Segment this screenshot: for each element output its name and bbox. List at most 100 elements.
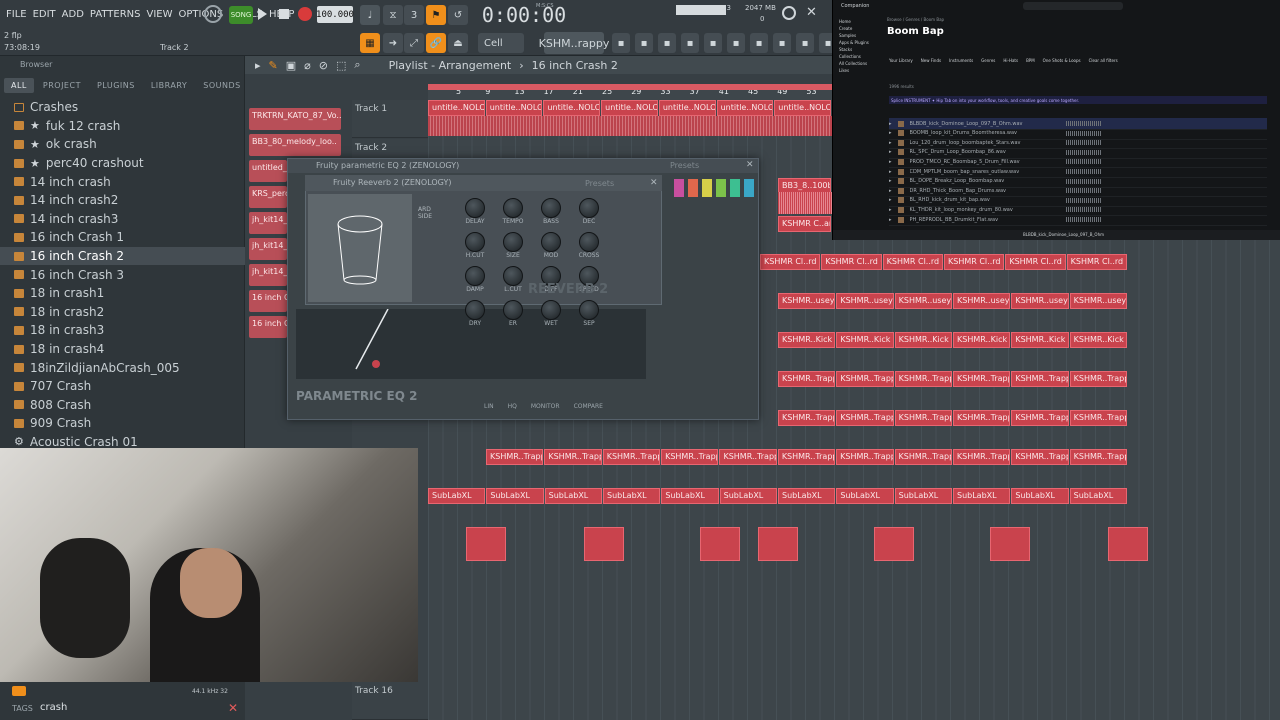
song-mode-toggle[interactable]: SONG bbox=[229, 6, 253, 24]
pattern-clip[interactable]: SubLabXL bbox=[486, 488, 544, 504]
knob-h-cut[interactable]: H.CUT bbox=[460, 232, 490, 259]
pattern-clip[interactable]: SubLabXL bbox=[1011, 488, 1069, 504]
knob-cross[interactable]: CROSS bbox=[574, 232, 604, 259]
playlist-play-icon[interactable]: ▸ bbox=[255, 59, 261, 72]
tab-sounds[interactable]: SOUNDS bbox=[196, 78, 247, 93]
menu-patterns[interactable]: PATTERNS bbox=[90, 9, 141, 20]
browser-item[interactable]: 18inZildjianAbCrash_005 bbox=[0, 358, 245, 377]
pattern-clip[interactable]: KSHMR Cl..rd 04 bbox=[944, 254, 1005, 270]
pattern-clip[interactable]: KSHMR..Trappy bbox=[953, 410, 1011, 426]
paint-tool-icon[interactable]: ▣ bbox=[286, 59, 296, 72]
pattern-clip[interactable]: KSHMR Cl..rd 04 bbox=[882, 254, 943, 270]
browser-item[interactable]: 707 Crash bbox=[0, 377, 245, 396]
tempo-display[interactable]: 100.000 bbox=[316, 6, 354, 23]
knob-size[interactable]: SIZE bbox=[498, 232, 528, 259]
pattern-clip[interactable]: KSHMR..Kick 13 bbox=[953, 332, 1011, 348]
snap-select[interactable]: Cell bbox=[478, 33, 524, 53]
menu-view[interactable]: VIEW bbox=[147, 9, 173, 20]
pattern-clip[interactable]: SubLabXL bbox=[719, 488, 777, 504]
crash-clip[interactable] bbox=[700, 527, 740, 561]
pattern-clip[interactable]: KSHMR..Kick 13 bbox=[1011, 332, 1069, 348]
companion-nav-item[interactable]: Home bbox=[839, 18, 869, 25]
pattern-clip[interactable]: untitle..NOLOGY bbox=[428, 100, 485, 116]
pattern-clip[interactable]: untitle..NOLOGY bbox=[485, 100, 543, 116]
companion-filter[interactable]: Genres bbox=[981, 58, 995, 63]
play-icon[interactable]: ▸ bbox=[889, 207, 892, 213]
knob-damp[interactable]: DAMP bbox=[460, 266, 490, 293]
pattern-clip[interactable]: KSHMR..Trappy bbox=[1069, 410, 1127, 426]
crash-clip[interactable] bbox=[874, 527, 914, 561]
pattern-clip[interactable]: untitle..NOLOGY bbox=[601, 100, 658, 116]
pattern-clip[interactable]: KSHMR Cl..rd 04 bbox=[1066, 254, 1127, 270]
eq-compare-button[interactable]: COMPARE bbox=[574, 403, 603, 410]
pattern-clip[interactable]: SubLabXL bbox=[661, 488, 719, 504]
eq-presets[interactable]: Presets bbox=[670, 161, 699, 170]
pattern-clip[interactable]: KSHMR..Kick 13 bbox=[836, 332, 894, 348]
pattern-clip[interactable]: KSHMR..Trappy bbox=[1011, 449, 1069, 465]
play-icon[interactable]: ▸ bbox=[889, 188, 892, 194]
play-icon[interactable]: ▸ bbox=[889, 130, 892, 136]
companion-nav-item[interactable]: All Collections bbox=[839, 60, 869, 67]
reverb-close-icon[interactable]: ✕ bbox=[650, 178, 658, 188]
knob-tempo[interactable]: TEMPO bbox=[498, 198, 528, 225]
menu-add[interactable]: ADD bbox=[62, 9, 84, 20]
playlist-icon[interactable]: ▦ bbox=[360, 33, 380, 53]
tab-project[interactable]: PROJECT bbox=[36, 78, 88, 93]
crash-clip[interactable] bbox=[584, 527, 624, 561]
link-icon[interactable]: 🔗 bbox=[426, 33, 446, 53]
close-icon[interactable]: ✕ bbox=[806, 5, 817, 20]
channel-button[interactable]: BB3_80_melody_loo.. bbox=[249, 134, 341, 156]
channel-rack-icon[interactable]: ▪ bbox=[635, 33, 653, 53]
track-header-1[interactable]: Track 1 bbox=[352, 100, 428, 138]
current-sample[interactable]: KSHM..rappy bbox=[539, 32, 609, 54]
pattern-clip[interactable]: KSHMR..Trappy bbox=[778, 371, 836, 387]
tab-library[interactable]: LIBRARY bbox=[144, 78, 194, 93]
pattern-clip[interactable]: KSHMR..Kick 13 bbox=[894, 332, 952, 348]
crash-clip[interactable] bbox=[758, 527, 798, 561]
knob-dec[interactable]: DEC bbox=[574, 198, 604, 225]
pattern-clip[interactable]: KSHMR Cl..rd 04 bbox=[760, 254, 821, 270]
channel-button[interactable]: jh_kit14_k bbox=[249, 264, 287, 286]
companion-search[interactable] bbox=[1023, 2, 1123, 10]
eq-monitor-button[interactable]: MONITOR bbox=[531, 403, 560, 410]
countdown-icon[interactable]: 3 bbox=[404, 5, 424, 25]
crash-clip[interactable] bbox=[466, 527, 506, 561]
mute-tool-icon[interactable]: ⊘ bbox=[319, 59, 328, 72]
pattern-clip[interactable]: KSHMR..Trappy bbox=[894, 371, 952, 387]
browser-item[interactable]: 808 Crash bbox=[0, 396, 245, 415]
companion-filter[interactable]: Clear all filters bbox=[1089, 58, 1118, 63]
tab-plugins[interactable]: PLUGINS bbox=[90, 78, 142, 93]
audio-preview-icon[interactable] bbox=[12, 686, 26, 696]
track-header-16[interactable]: Track 16 bbox=[352, 682, 428, 720]
select-tool-icon[interactable]: ⬚ bbox=[336, 59, 346, 72]
pattern-clip[interactable]: KSHMR..Trappy bbox=[544, 449, 602, 465]
play-icon[interactable]: ▸ bbox=[889, 159, 892, 165]
play-icon[interactable]: ▸ bbox=[889, 217, 892, 223]
menu-edit[interactable]: EDIT bbox=[33, 9, 56, 20]
pattern-clip[interactable]: KSHMR..usey bbox=[778, 293, 836, 309]
wait-icon[interactable]: ⧖ bbox=[383, 5, 403, 25]
reverb-presets[interactable]: Presets bbox=[585, 179, 614, 188]
pattern-clip[interactable]: KSHMR..Trappy bbox=[1011, 371, 1069, 387]
browser-item[interactable]: ★ fuk 12 crash bbox=[0, 117, 245, 136]
knob-wet[interactable]: WET bbox=[536, 300, 566, 327]
knob-er[interactable]: ER bbox=[498, 300, 528, 327]
plugin-icon[interactable]: ▪ bbox=[704, 33, 722, 53]
pattern-clip[interactable]: KSHMR..Kick 13 bbox=[778, 332, 836, 348]
browser-item[interactable]: 18 in crash4 bbox=[0, 340, 245, 359]
knob-delay[interactable]: DELAY bbox=[460, 198, 490, 225]
pattern-clip[interactable]: SubLabXL bbox=[778, 488, 836, 504]
play-icon[interactable] bbox=[258, 8, 267, 20]
companion-nav-item[interactable]: Likes bbox=[839, 67, 869, 74]
pattern-clip[interactable]: KSHMR..usey bbox=[836, 293, 894, 309]
browser-item[interactable]: 16 inch Crash 1 bbox=[0, 228, 245, 247]
pattern-clip[interactable]: KSHMR..Trappy bbox=[1069, 371, 1127, 387]
record-icon[interactable]: ▪ bbox=[750, 33, 768, 53]
companion-nav-item[interactable]: Collections bbox=[839, 53, 869, 60]
channel-button[interactable]: jh_kit14_k bbox=[249, 238, 287, 260]
browser-item[interactable]: ★ perc40 crashout bbox=[0, 154, 245, 173]
next-icon[interactable]: ➜ bbox=[383, 33, 403, 53]
browser-item[interactable]: 14 inch crash3 bbox=[0, 210, 245, 229]
pattern-clip[interactable]: KSHMR..Trappy bbox=[1069, 449, 1127, 465]
browser-icon[interactable]: ▪ bbox=[681, 33, 699, 53]
